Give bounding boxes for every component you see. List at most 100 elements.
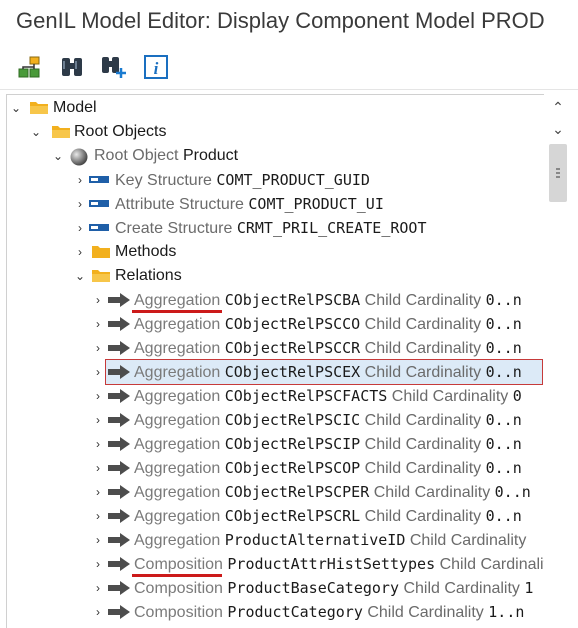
annotation-underline xyxy=(132,310,222,313)
relation-item[interactable]: › Composition ProductAttrHistSettypes Chi… xyxy=(7,552,544,576)
relation-kind: Aggregation xyxy=(134,484,221,501)
model-tree[interactable]: ⌄ Model ⌄ Root Objects ⌄ Root Object Pro… xyxy=(6,94,544,628)
relation-name: CObjectRelPSCCR xyxy=(224,339,361,357)
collapse-toggle[interactable]: ⌄ xyxy=(9,96,23,120)
relation-item[interactable]: › Aggregation CObjectRelPSCBA Child Cardi… xyxy=(7,288,544,312)
cardinality-label: Child Cardinality xyxy=(439,556,544,573)
relation-item[interactable]: › Aggregation CObjectRelPSCIP Child Cardi… xyxy=(7,432,544,456)
relation-item[interactable]: › Aggregation ProductAlternativeID Child … xyxy=(7,528,544,552)
relation-arrow-icon xyxy=(108,365,130,379)
toolbar: i xyxy=(0,44,578,90)
expand-toggle[interactable]: › xyxy=(91,600,105,624)
relation-item[interactable]: › Aggregation CObjectRelPSCOP Child Cardi… xyxy=(7,456,544,480)
tree-label: Relations xyxy=(115,267,182,284)
cardinality-label: Child Cardinality xyxy=(373,484,491,501)
relation-kind: Aggregation xyxy=(134,292,221,309)
expand-toggle[interactable]: › xyxy=(73,240,87,264)
relation-arrow-icon xyxy=(108,581,130,595)
expand-toggle[interactable]: › xyxy=(91,384,105,408)
collapse-toggle[interactable]: ⌄ xyxy=(73,264,87,288)
relation-item[interactable]: › Aggregation CObjectRelPSCRL Child Cardi… xyxy=(7,504,544,528)
vertical-scrollbar[interactable]: ⌃ ⌄ xyxy=(546,94,570,628)
cardinality-label: Child Cardinality xyxy=(364,412,482,429)
expand-toggle[interactable]: › xyxy=(73,192,87,216)
expand-toggle[interactable]: › xyxy=(91,552,105,576)
relation-kind: Aggregation xyxy=(134,460,221,477)
structure-icon xyxy=(89,176,109,183)
relation-arrow-icon xyxy=(108,389,130,403)
expand-toggle[interactable]: › xyxy=(91,432,105,456)
relation-name: ProductBaseCategory xyxy=(227,579,399,597)
folder-open-icon xyxy=(30,102,48,114)
expand-toggle[interactable]: › xyxy=(91,408,105,432)
relation-item[interactable]: › Aggregation CObjectRelPSCCR Child Cardi… xyxy=(7,336,544,360)
cardinality-value: 0..n xyxy=(485,363,522,381)
node-kind: Root Object xyxy=(94,147,179,164)
expand-toggle[interactable]: › xyxy=(91,456,105,480)
tree-node-relations[interactable]: ⌄ Relations xyxy=(7,264,544,288)
node-name: Product xyxy=(182,147,239,164)
relation-item[interactable]: › Aggregation CObjectRelPSCIC Child Cardi… xyxy=(7,408,544,432)
relation-kind: Aggregation xyxy=(134,532,221,549)
scroll-up-icon[interactable]: ⌃ xyxy=(546,96,570,118)
cardinality-value: 0..n xyxy=(485,291,522,309)
binoculars-plus-icon[interactable] xyxy=(99,52,129,82)
relation-kind: Composition xyxy=(134,580,223,597)
expand-toggle[interactable]: › xyxy=(91,480,105,504)
hierarchy-icon[interactable] xyxy=(14,52,44,82)
collapse-toggle[interactable]: ⌄ xyxy=(51,144,65,168)
info-icon[interactable]: i xyxy=(141,52,171,82)
annotation-underline xyxy=(132,574,222,577)
tree-label: Root Objects xyxy=(74,123,167,140)
cardinality-label: Child Cardinality xyxy=(367,604,484,621)
expand-toggle[interactable]: › xyxy=(91,504,105,528)
cardinality-label: Child Cardinality xyxy=(364,436,482,453)
cardinality-value: 0..n xyxy=(485,507,522,525)
tree-node-root-object-product[interactable]: ⌄ Root Object Product xyxy=(7,144,544,168)
cardinality-value: 0..n xyxy=(485,315,522,333)
expand-toggle[interactable]: › xyxy=(91,336,105,360)
relation-name: CObjectRelPSCEX xyxy=(224,363,361,381)
expand-toggle[interactable]: › xyxy=(73,168,87,192)
cardinality-label: Child Cardinality xyxy=(403,580,520,597)
relation-item[interactable]: › Aggregation CObjectRelPSCPER Child Card… xyxy=(7,480,544,504)
tree-node-key-structure[interactable]: › Key Structure COMT_PRODUCT_GUID xyxy=(7,168,544,192)
relation-name: CObjectRelPSCIP xyxy=(224,435,361,453)
relation-item[interactable]: › Aggregation CObjectRelPSCFACTS Child Ca… xyxy=(7,384,544,408)
cardinality-label: Child Cardinality xyxy=(364,340,482,357)
relation-kind: Composition xyxy=(134,556,223,573)
svg-text:i: i xyxy=(154,59,159,78)
expand-toggle[interactable]: › xyxy=(91,288,105,312)
relation-name: CObjectRelPSCIC xyxy=(224,411,361,429)
tree-node-root-objects[interactable]: ⌄ Root Objects xyxy=(7,120,544,144)
relation-item[interactable]: › Aggregation CObjectRelPSCEX Child Cardi… xyxy=(96,359,543,385)
expand-toggle[interactable]: › xyxy=(91,528,105,552)
relation-kind: Aggregation xyxy=(134,508,221,525)
node-value: COMT_PRODUCT_UI xyxy=(248,195,384,213)
tree-node-methods[interactable]: › Methods xyxy=(7,240,544,264)
expand-toggle[interactable]: › xyxy=(91,312,105,336)
relation-kind: Aggregation xyxy=(134,316,221,333)
relation-item[interactable]: › Aggregation CObjectRelPSCCO Child Cardi… xyxy=(7,312,544,336)
relation-arrow-icon xyxy=(108,605,130,619)
folder-open-icon xyxy=(52,126,70,138)
expand-toggle[interactable]: › xyxy=(73,216,87,240)
relation-arrow-icon xyxy=(108,293,130,307)
relation-kind: Composition xyxy=(134,604,223,621)
relation-arrow-icon xyxy=(108,485,130,499)
node-value: CRMT_PRIL_CREATE_ROOT xyxy=(236,219,427,237)
tree-node-attribute-structure[interactable]: › Attribute Structure COMT_PRODUCT_UI xyxy=(7,192,544,216)
cardinality-label: Child Cardinality xyxy=(409,532,527,549)
scroll-thumb[interactable] xyxy=(549,144,567,202)
tree-node-create-structure[interactable]: › Create Structure CRMT_PRIL_CREATE_ROOT xyxy=(7,216,544,240)
cardinality-label: Child Cardinality xyxy=(364,364,482,381)
binoculars-icon[interactable] xyxy=(57,52,87,82)
expand-toggle[interactable]: › xyxy=(91,576,105,600)
tree-node-model[interactable]: ⌄ Model xyxy=(7,96,544,120)
relation-item[interactable]: › Composition ProductBaseCategory Child C… xyxy=(7,576,544,600)
tree-label: Methods xyxy=(115,243,177,260)
collapse-toggle[interactable]: ⌄ xyxy=(29,120,43,144)
scroll-down-icon[interactable]: ⌄ xyxy=(546,118,570,140)
expand-toggle[interactable]: › xyxy=(91,360,105,384)
relation-item[interactable]: › Composition ProductCategory Child Cardi… xyxy=(7,600,544,624)
